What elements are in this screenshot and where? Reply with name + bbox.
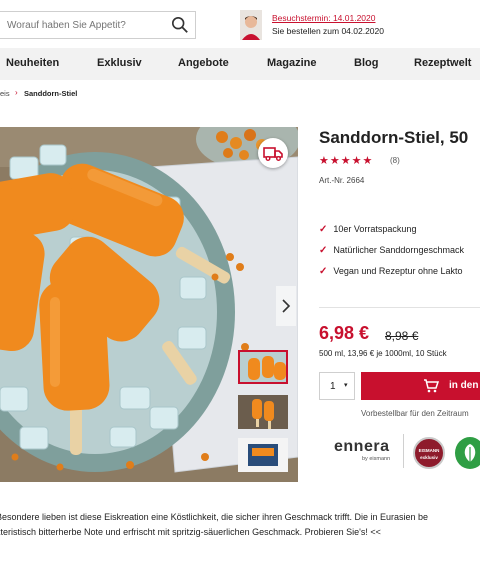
nav-item-exklusiv[interactable]: Exklusiv: [97, 57, 142, 69]
divider: [403, 434, 404, 468]
chevron-right-icon: [282, 299, 291, 313]
nav-item-neuheiten[interactable]: Neuheiten: [6, 57, 59, 69]
breadcrumb-parent[interactable]: eis: [0, 89, 10, 98]
nav-item-magazine[interactable]: Magazine: [267, 57, 317, 69]
search-input[interactable]: [7, 17, 167, 33]
nav-item-angebote[interactable]: Angebote: [178, 57, 229, 69]
search-box[interactable]: [0, 11, 196, 39]
old-price: 8,98 €: [385, 329, 419, 343]
article-number: Art.-Nr. 2664: [319, 176, 365, 185]
ennera-logo: ennera: [334, 438, 390, 455]
nav-item-blog[interactable]: Blog: [354, 57, 378, 69]
delivery-truck-icon[interactable]: [258, 138, 288, 168]
cart-icon: [424, 379, 439, 393]
current-price: 6,98 €: [319, 323, 370, 343]
vegan-leaf-icon: [455, 437, 480, 469]
eismann-exklusiv-badge: EISMANN exklusiv: [413, 437, 445, 469]
chevron-down-icon: ▾: [344, 382, 348, 389]
thumbnail-2[interactable]: [238, 395, 288, 429]
rating-stars[interactable]: ★★★★★: [319, 154, 373, 167]
feature-item: ✓ Natürlicher Sanddorngeschmack: [319, 245, 464, 256]
check-icon: ✓: [319, 245, 328, 256]
preorder-note: Vorbestellbar für den Zeitraum: [361, 409, 469, 418]
quantity-select[interactable]: 1 ▾: [319, 372, 355, 400]
feature-item: ✓ Vegan und Rezeptur ohne Lakto: [319, 266, 463, 277]
chevron-right-icon: ›: [15, 88, 18, 97]
description-line: Besondere lieben ist diese Eiskreation e…: [0, 512, 429, 522]
add-to-cart-button[interactable]: in den: [361, 372, 480, 400]
check-icon: ✓: [319, 266, 328, 277]
main-nav: Neuheiten Exklusiv Angebote Magazine Blo…: [0, 48, 480, 80]
thumbnail-1[interactable]: [238, 350, 288, 384]
nav-item-rezeptwelt[interactable]: Rezeptwelt: [414, 57, 471, 69]
check-icon: ✓: [319, 224, 328, 235]
order-date-note: Sie bestellen zum 04.02.2020: [272, 26, 384, 36]
divider: [319, 307, 480, 308]
image-next-button[interactable]: [276, 286, 296, 326]
quantity-value: 1: [330, 381, 336, 392]
feature-item: ✓ 10er Vorratspackung: [319, 224, 417, 235]
ennera-logo-sub: by eismann: [362, 456, 391, 462]
cart-button-label: in den: [449, 380, 479, 391]
visit-date-link[interactable]: Besuchstermin: 14.01.2020: [272, 13, 375, 23]
description-line: kteristisch bitterherbe Note und erfrisc…: [0, 527, 381, 537]
search-icon[interactable]: [171, 16, 189, 34]
product-title: Sanddorn-Stiel, 50: [319, 128, 469, 147]
unit-price: 500 ml, 13,96 € je 1000ml, 10 Stück: [319, 349, 447, 358]
thumbnail-3[interactable]: [238, 438, 288, 472]
breadcrumb-current: Sanddorn-Stiel: [24, 89, 78, 98]
review-count[interactable]: (8): [390, 156, 400, 165]
sales-rep-avatar: [240, 10, 262, 40]
